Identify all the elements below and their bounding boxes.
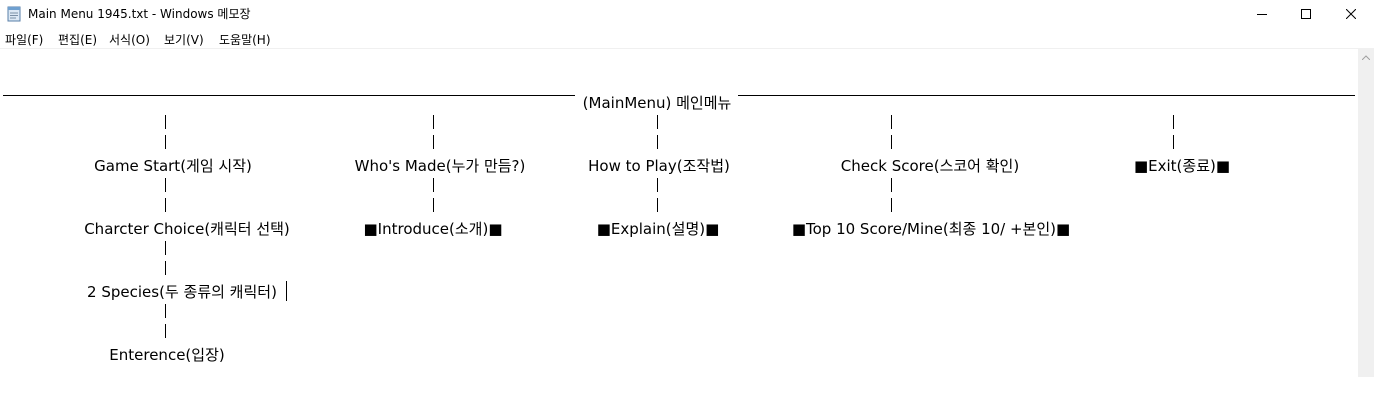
tree-connector [165, 135, 166, 149]
menu-format[interactable]: 서식(O) [109, 31, 150, 48]
maximize-icon [1301, 9, 1311, 19]
tree-connector [165, 115, 166, 129]
tree-connector [165, 304, 166, 318]
menu-help[interactable]: 도움말(H) [219, 31, 271, 48]
menu-view[interactable]: 보기(V) [164, 31, 204, 48]
two-species-item: 2 Species(두 종류의 캐릭터) [87, 283, 277, 301]
title-bar[interactable]: Main Menu 1945.txt - Windows 메모장 [0, 0, 1374, 28]
scroll-up-button[interactable] [1358, 49, 1374, 66]
window-title: Main Menu 1945.txt - Windows 메모장 [28, 7, 251, 21]
tree-connector [165, 198, 166, 212]
tree-connector [165, 241, 166, 255]
tree-connector [433, 135, 434, 149]
tree-connector [1173, 115, 1174, 129]
check-score-item: Check Score(스코어 확인) [840, 157, 1020, 175]
maximize-button[interactable] [1283, 0, 1329, 28]
enterence-item: Enterence(입장) [109, 346, 225, 364]
chevron-up-icon [1362, 55, 1370, 60]
exit-item: ■Exit(종료)■ [1133, 157, 1231, 175]
tree-connector [1173, 135, 1174, 149]
menu-edit[interactable]: 편집(E) [58, 31, 97, 48]
bottom-area [0, 377, 1374, 403]
notepad-icon [7, 6, 21, 22]
text-editor[interactable]: (MainMenu) 메인메뉴 Game Start(게임 시작) Charct… [0, 49, 1358, 377]
tree-connector [165, 324, 166, 338]
main-menu-heading: (MainMenu) 메인메뉴 [582, 94, 732, 112]
tree-connector [165, 178, 166, 192]
game-start-item: Game Start(게임 시작) [94, 157, 252, 175]
vertical-scrollbar[interactable] [1358, 49, 1374, 377]
tree-connector [891, 115, 892, 129]
explain-item: ■Explain(설명)■ [596, 220, 720, 238]
menu-file[interactable]: 파일(F) [5, 31, 43, 48]
minimize-button[interactable] [1239, 0, 1285, 28]
tree-connector [433, 178, 434, 192]
tree-connector [433, 198, 434, 212]
menu-bar: 파일(F) 편집(E) 서식(O) 보기(V) 도움말(H) [0, 29, 1374, 49]
divider-left [3, 95, 575, 96]
tree-connector [165, 261, 166, 275]
introduce-item: ■Introduce(소개)■ [363, 220, 503, 238]
whos-made-item: Who's Made(누가 만듬?) [354, 157, 526, 175]
close-icon [1346, 9, 1356, 19]
text-caret [286, 281, 287, 301]
tree-connector [891, 178, 892, 192]
tree-connector [657, 115, 658, 129]
tree-connector [657, 178, 658, 192]
close-button[interactable] [1328, 0, 1374, 28]
tree-connector [433, 115, 434, 129]
divider-right [738, 95, 1355, 96]
tree-connector [657, 198, 658, 212]
tree-connector [891, 198, 892, 212]
how-to-play-item: How to Play(조작법) [588, 157, 730, 175]
charcter-choice-item: Charcter Choice(캐릭터 선택) [84, 220, 290, 238]
tree-connector [891, 135, 892, 149]
minimize-icon [1257, 14, 1267, 15]
tree-connector [657, 135, 658, 149]
top-score-item: ■Top 10 Score/Mine(최종 10/ +본인)■ [791, 220, 1071, 238]
